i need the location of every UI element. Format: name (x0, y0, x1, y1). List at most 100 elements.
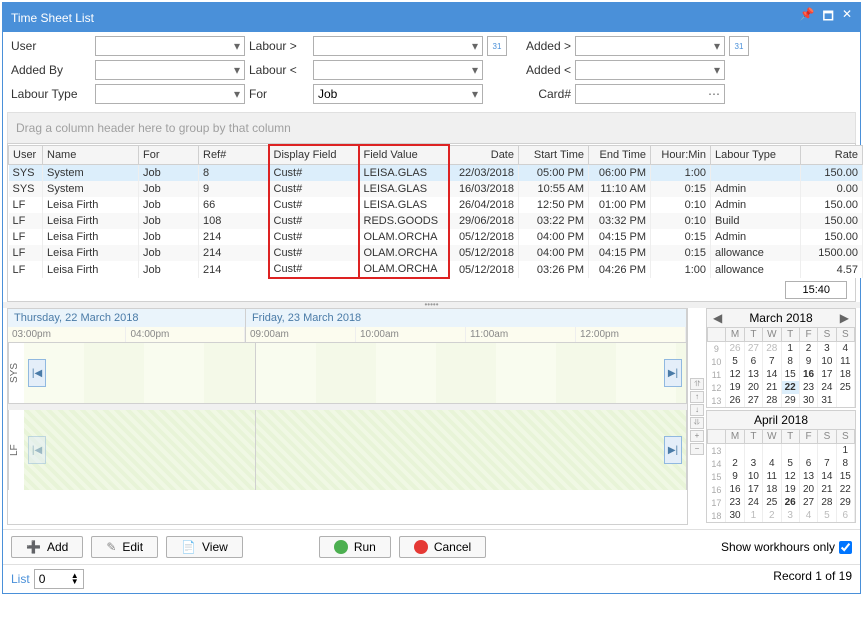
calendar-day[interactable]: 14 (818, 470, 836, 483)
calendar-day[interactable]: 8 (836, 457, 854, 470)
calendar-day[interactable]: 5 (781, 457, 799, 470)
labour-type-dropdown[interactable]: ▾ (95, 84, 245, 104)
col-for[interactable]: For (139, 145, 199, 165)
calendar-day[interactable]: 13 (744, 368, 762, 381)
calendar-day[interactable]: 14 (763, 368, 781, 381)
calendar-day[interactable]: 1 (781, 342, 799, 356)
calendar-day[interactable]: 29 (836, 496, 854, 509)
calendar-day[interactable]: 29 (781, 394, 799, 407)
table-row[interactable]: SYSSystemJob9Cust#LEISA.GLAS16/03/201810… (9, 181, 863, 197)
calendar-day[interactable]: 21 (763, 381, 781, 394)
calendar-day[interactable]: 13 (799, 470, 817, 483)
calendar-day[interactable]: 23 (726, 496, 744, 509)
calendar-day[interactable]: 5 (818, 509, 836, 522)
calendar-day[interactable]: 2 (763, 509, 781, 522)
calendar-day[interactable]: 25 (836, 381, 854, 394)
calendar-day[interactable]: 27 (744, 342, 762, 356)
col-user[interactable]: User (9, 145, 43, 165)
labour-gt-dropdown[interactable]: ▾ (313, 36, 483, 56)
table-row[interactable]: LFLeisa FirthJob214Cust#OLAM.ORCHA05/12/… (9, 229, 863, 245)
calendar-day[interactable]: 9 (726, 470, 744, 483)
calendar-day[interactable]: 31 (818, 394, 836, 407)
cal-prev-icon[interactable]: ◀ (709, 311, 726, 325)
table-row[interactable]: SYSSystemJob8Cust#LEISA.GLAS22/03/201805… (9, 165, 863, 182)
added-by-dropdown[interactable]: ▾ (95, 60, 245, 80)
cal-next-icon[interactable]: ▶ (836, 311, 853, 325)
calendar-day[interactable]: 24 (818, 381, 836, 394)
calendar-day[interactable]: 1 (836, 444, 854, 458)
calendar-day[interactable]: 6 (836, 509, 854, 522)
run-button[interactable]: Run (319, 536, 391, 558)
calendar-day[interactable]: 4 (763, 457, 781, 470)
col-display-field[interactable]: Display Field (269, 145, 359, 165)
workhours-checkbox[interactable] (839, 541, 852, 554)
calendar-day[interactable]: 3 (781, 509, 799, 522)
added-lt-dropdown[interactable]: ▾ (575, 60, 725, 80)
calendar-day[interactable]: 6 (799, 457, 817, 470)
card-input[interactable]: ⋯ (575, 84, 725, 104)
calendar-day[interactable]: 22 (836, 483, 854, 496)
calendar-day[interactable]: 3 (818, 342, 836, 356)
col-field-value[interactable]: Field Value (359, 145, 449, 165)
calendar-day[interactable]: 4 (799, 509, 817, 522)
calendar-day[interactable]: 11 (763, 470, 781, 483)
scroll-down-icon[interactable]: ↓ (690, 404, 704, 416)
calendar-day[interactable] (818, 444, 836, 458)
calendar-day[interactable]: 20 (799, 483, 817, 496)
calendar-day[interactable]: 15 (781, 368, 799, 381)
calendar-day[interactable]: 6 (744, 355, 762, 368)
calendar-day[interactable]: 4 (836, 342, 854, 356)
calendar-day[interactable]: 30 (799, 394, 817, 407)
calendar-day[interactable]: 26 (781, 496, 799, 509)
calendar-day[interactable] (763, 444, 781, 458)
view-button[interactable]: 📄View (166, 536, 243, 558)
calendar-day[interactable]: 25 (763, 496, 781, 509)
scroll-up-icon[interactable]: ↑ (690, 391, 704, 403)
calendar-day[interactable]: 16 (799, 368, 817, 381)
zoom-in-icon[interactable]: + (690, 430, 704, 442)
calendar-day[interactable]: 17 (818, 368, 836, 381)
table-row[interactable]: LFLeisa FirthJob214Cust#OLAM.ORCHA05/12/… (9, 261, 863, 278)
calendar-day[interactable] (744, 444, 762, 458)
scroll-down-icon[interactable]: ⥥ (690, 417, 704, 429)
calendar-day[interactable] (726, 444, 744, 458)
calendar-march[interactable]: ◀ March 2018 ▶ MTWTFSS926272812341056789… (706, 308, 856, 408)
labour-lt-dropdown[interactable]: ▾ (313, 60, 483, 80)
table-row[interactable]: LFLeisa FirthJob108Cust#REDS.GOODS29/06/… (9, 213, 863, 229)
calendar-day[interactable]: 10 (744, 470, 762, 483)
col-ref[interactable]: Ref# (199, 145, 269, 165)
calendar-day[interactable]: 23 (799, 381, 817, 394)
calendar-day[interactable] (799, 444, 817, 458)
calendar-day[interactable]: 28 (763, 394, 781, 407)
calendar-day[interactable]: 1 (744, 509, 762, 522)
col-rate[interactable]: Rate (801, 145, 863, 165)
cancel-button[interactable]: Cancel (399, 536, 486, 558)
calendar-icon[interactable]: 31 (729, 36, 749, 56)
calendar-day[interactable]: 26 (726, 394, 744, 407)
col-date[interactable]: Date (449, 145, 519, 165)
calendar-day[interactable]: 26 (726, 342, 744, 356)
calendar-day[interactable] (781, 444, 799, 458)
schedule-prev-button[interactable]: |◀ (28, 359, 46, 387)
schedule-prev-button[interactable]: |◀ (28, 436, 46, 464)
calendar-day[interactable]: 28 (763, 342, 781, 356)
col-start-time[interactable]: Start Time (519, 145, 589, 165)
table-row[interactable]: LFLeisa FirthJob66Cust#LEISA.GLAS26/04/2… (9, 197, 863, 213)
close-icon[interactable]: ✕ (842, 7, 852, 28)
pin-icon[interactable]: 📌 (800, 7, 815, 28)
calendar-day[interactable]: 11 (836, 355, 854, 368)
calendar-day[interactable]: 18 (836, 368, 854, 381)
calendar-day[interactable]: 16 (726, 483, 744, 496)
scroll-up-icon[interactable]: ⥣ (690, 378, 704, 390)
calendar-day[interactable]: 9 (799, 355, 817, 368)
calendar-day[interactable]: 7 (763, 355, 781, 368)
calendar-day[interactable]: 17 (744, 483, 762, 496)
calendar-day[interactable]: 5 (726, 355, 744, 368)
calendar-day[interactable]: 27 (799, 496, 817, 509)
calendar-icon[interactable]: 31 (487, 36, 507, 56)
calendar-day[interactable]: 3 (744, 457, 762, 470)
col-hour-min[interactable]: Hour:Min (651, 145, 711, 165)
calendar-day[interactable]: 7 (818, 457, 836, 470)
calendar-day[interactable]: 22 (781, 381, 799, 394)
for-dropdown[interactable]: Job▾ (313, 84, 483, 104)
